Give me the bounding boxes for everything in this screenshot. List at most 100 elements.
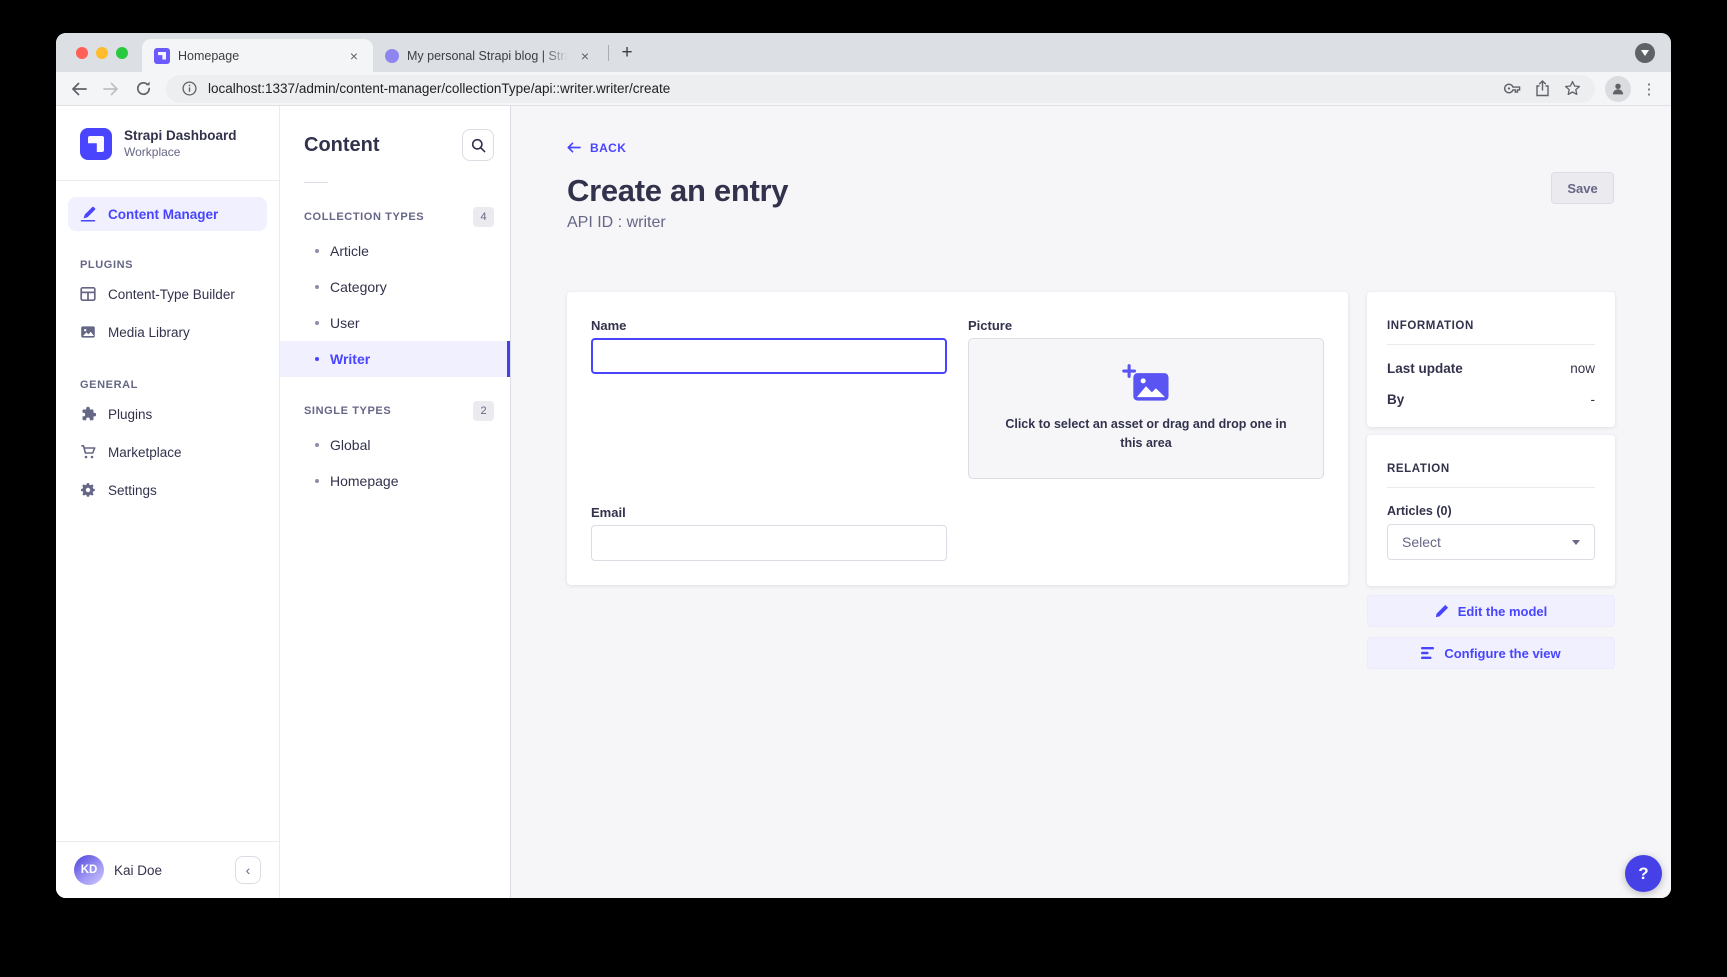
new-tab-button[interactable]: + bbox=[613, 39, 641, 67]
main-sidebar: Strapi Dashboard Workplace Content Manag… bbox=[56, 106, 280, 898]
pen-icon bbox=[80, 206, 96, 222]
collection-types-count-badge: 4 bbox=[473, 207, 494, 227]
sidebar-item-media-library[interactable]: Media Library bbox=[56, 313, 279, 351]
edit-the-model-button[interactable]: Edit the model bbox=[1367, 595, 1615, 627]
tab-homepage[interactable]: Homepage × bbox=[142, 39, 373, 72]
content-type-label: Homepage bbox=[330, 473, 399, 489]
tab-strapi-blog[interactable]: My personal Strapi blog | Strap × bbox=[373, 39, 604, 72]
cart-icon bbox=[80, 444, 96, 460]
divider bbox=[56, 180, 279, 181]
back-link[interactable]: BACK bbox=[567, 141, 626, 155]
strapi-favicon-icon bbox=[154, 48, 170, 64]
browser-tabstrip: Homepage × My personal Strapi blog | Str… bbox=[56, 33, 1671, 72]
user-name: Kai Doe bbox=[114, 863, 162, 878]
divider bbox=[1387, 344, 1595, 345]
help-button[interactable]: ? bbox=[1625, 855, 1662, 892]
browser-toolbar: localhost:1337/admin/content-manager/col… bbox=[56, 72, 1671, 106]
pencil-icon bbox=[1435, 604, 1449, 618]
content-type-category[interactable]: Category bbox=[280, 269, 510, 305]
articles-select[interactable]: Select bbox=[1387, 524, 1595, 560]
password-key-icon[interactable] bbox=[1501, 78, 1523, 100]
collapse-sidebar-button[interactable]: ‹ bbox=[235, 856, 261, 884]
last-update-label: Last update bbox=[1387, 361, 1463, 376]
sidebar-item-settings[interactable]: Settings bbox=[56, 471, 279, 509]
close-window-button[interactable] bbox=[76, 47, 88, 59]
strapi-admin: Strapi Dashboard Workplace Content Manag… bbox=[56, 106, 1671, 898]
tab-title: My personal Strapi blog | Strap bbox=[407, 49, 568, 63]
sidebar-section-general: GENERAL bbox=[80, 379, 255, 391]
sidebar-item-content-type-builder[interactable]: Content-Type Builder bbox=[56, 275, 279, 313]
sidebar-item-marketplace[interactable]: Marketplace bbox=[56, 433, 279, 471]
sidebar-item-label: Content Manager bbox=[108, 207, 218, 222]
content-sidebar: Content COLLECTION TYPES 4 Article Categ… bbox=[280, 106, 511, 898]
bullet-icon bbox=[315, 321, 319, 325]
close-tab-icon[interactable]: × bbox=[345, 47, 363, 65]
by-value: - bbox=[1591, 392, 1596, 407]
name-input[interactable] bbox=[591, 338, 947, 374]
single-type-global[interactable]: Global bbox=[280, 427, 510, 463]
sidebar-item-plugins[interactable]: Plugins bbox=[56, 395, 279, 433]
information-card: INFORMATION Last update now By - bbox=[1367, 292, 1615, 427]
arrow-right-icon bbox=[102, 80, 120, 98]
address-bar[interactable]: localhost:1337/admin/content-manager/col… bbox=[166, 75, 1595, 103]
section-collection-types: COLLECTION TYPES bbox=[304, 211, 424, 223]
chevron-down-icon bbox=[1641, 50, 1649, 56]
email-label: Email bbox=[591, 505, 947, 520]
url-text[interactable]: localhost:1337/admin/content-manager/col… bbox=[208, 81, 1493, 96]
last-update-value: now bbox=[1570, 361, 1595, 376]
content-type-user[interactable]: User bbox=[280, 305, 510, 341]
browser-window: Homepage × My personal Strapi blog | Str… bbox=[56, 33, 1671, 898]
picture-label: Picture bbox=[968, 318, 1324, 333]
close-tab-icon[interactable]: × bbox=[576, 47, 594, 65]
reload-button[interactable] bbox=[130, 76, 156, 102]
content-type-label: Article bbox=[330, 243, 369, 259]
tab-search-button[interactable] bbox=[1635, 43, 1655, 63]
articles-relation-label: Articles (0) bbox=[1387, 504, 1595, 518]
forward-button[interactable] bbox=[98, 76, 124, 102]
back-button[interactable] bbox=[66, 76, 92, 102]
avatar[interactable]: KD bbox=[74, 855, 104, 885]
content-type-label: Global bbox=[330, 437, 370, 453]
email-input[interactable] bbox=[591, 525, 947, 561]
browser-profile-button[interactable] bbox=[1605, 76, 1631, 102]
by-row: By - bbox=[1387, 392, 1595, 407]
traffic-lights bbox=[56, 33, 142, 72]
app-name: Strapi Dashboard bbox=[124, 128, 237, 145]
last-update-row: Last update now bbox=[1387, 361, 1595, 376]
bullet-icon bbox=[315, 443, 319, 447]
bullet-icon bbox=[315, 285, 319, 289]
sidebar-item-content-manager[interactable]: Content Manager bbox=[68, 197, 267, 231]
browser-menu-button[interactable]: ⋮ bbox=[1637, 77, 1661, 101]
configure-the-view-label: Configure the view bbox=[1444, 646, 1560, 661]
name-field-group: Name bbox=[591, 318, 947, 479]
configure-the-view-button[interactable]: Configure the view bbox=[1367, 637, 1615, 669]
bullet-icon bbox=[315, 357, 319, 361]
reload-icon bbox=[135, 80, 152, 97]
content-type-writer[interactable]: Writer bbox=[280, 341, 510, 377]
search-button[interactable] bbox=[462, 129, 494, 161]
page-info-icon[interactable] bbox=[178, 78, 200, 100]
api-id-subtitle: API ID : writer bbox=[567, 214, 1614, 232]
email-field-group: Email bbox=[591, 505, 947, 561]
strapi-logo-icon bbox=[80, 128, 112, 160]
arrow-left-icon bbox=[70, 80, 88, 98]
bullet-icon bbox=[315, 479, 319, 483]
zoom-window-button[interactable] bbox=[116, 47, 128, 59]
sidebar-item-label: Content-Type Builder bbox=[108, 287, 235, 302]
tab-divider bbox=[608, 45, 609, 61]
save-button[interactable]: Save bbox=[1551, 172, 1614, 204]
minimize-window-button[interactable] bbox=[96, 47, 108, 59]
workspace-header: Strapi Dashboard Workplace bbox=[56, 106, 279, 180]
share-icon[interactable] bbox=[1531, 78, 1553, 100]
sidebar-item-label: Settings bbox=[108, 483, 157, 498]
bookmark-star-icon[interactable] bbox=[1561, 78, 1583, 100]
content-type-article[interactable]: Article bbox=[280, 233, 510, 269]
relation-title: RELATION bbox=[1387, 463, 1595, 475]
layout-grid-icon bbox=[80, 286, 96, 302]
divider bbox=[1387, 487, 1595, 488]
information-title: INFORMATION bbox=[1387, 320, 1595, 332]
upload-hint: Click to select an asset or drag and dro… bbox=[1005, 415, 1287, 454]
picture-upload-dropzone[interactable]: Click to select an asset or drag and dro… bbox=[968, 338, 1324, 479]
single-type-homepage[interactable]: Homepage bbox=[280, 463, 510, 499]
single-types-count-badge: 2 bbox=[473, 401, 494, 421]
